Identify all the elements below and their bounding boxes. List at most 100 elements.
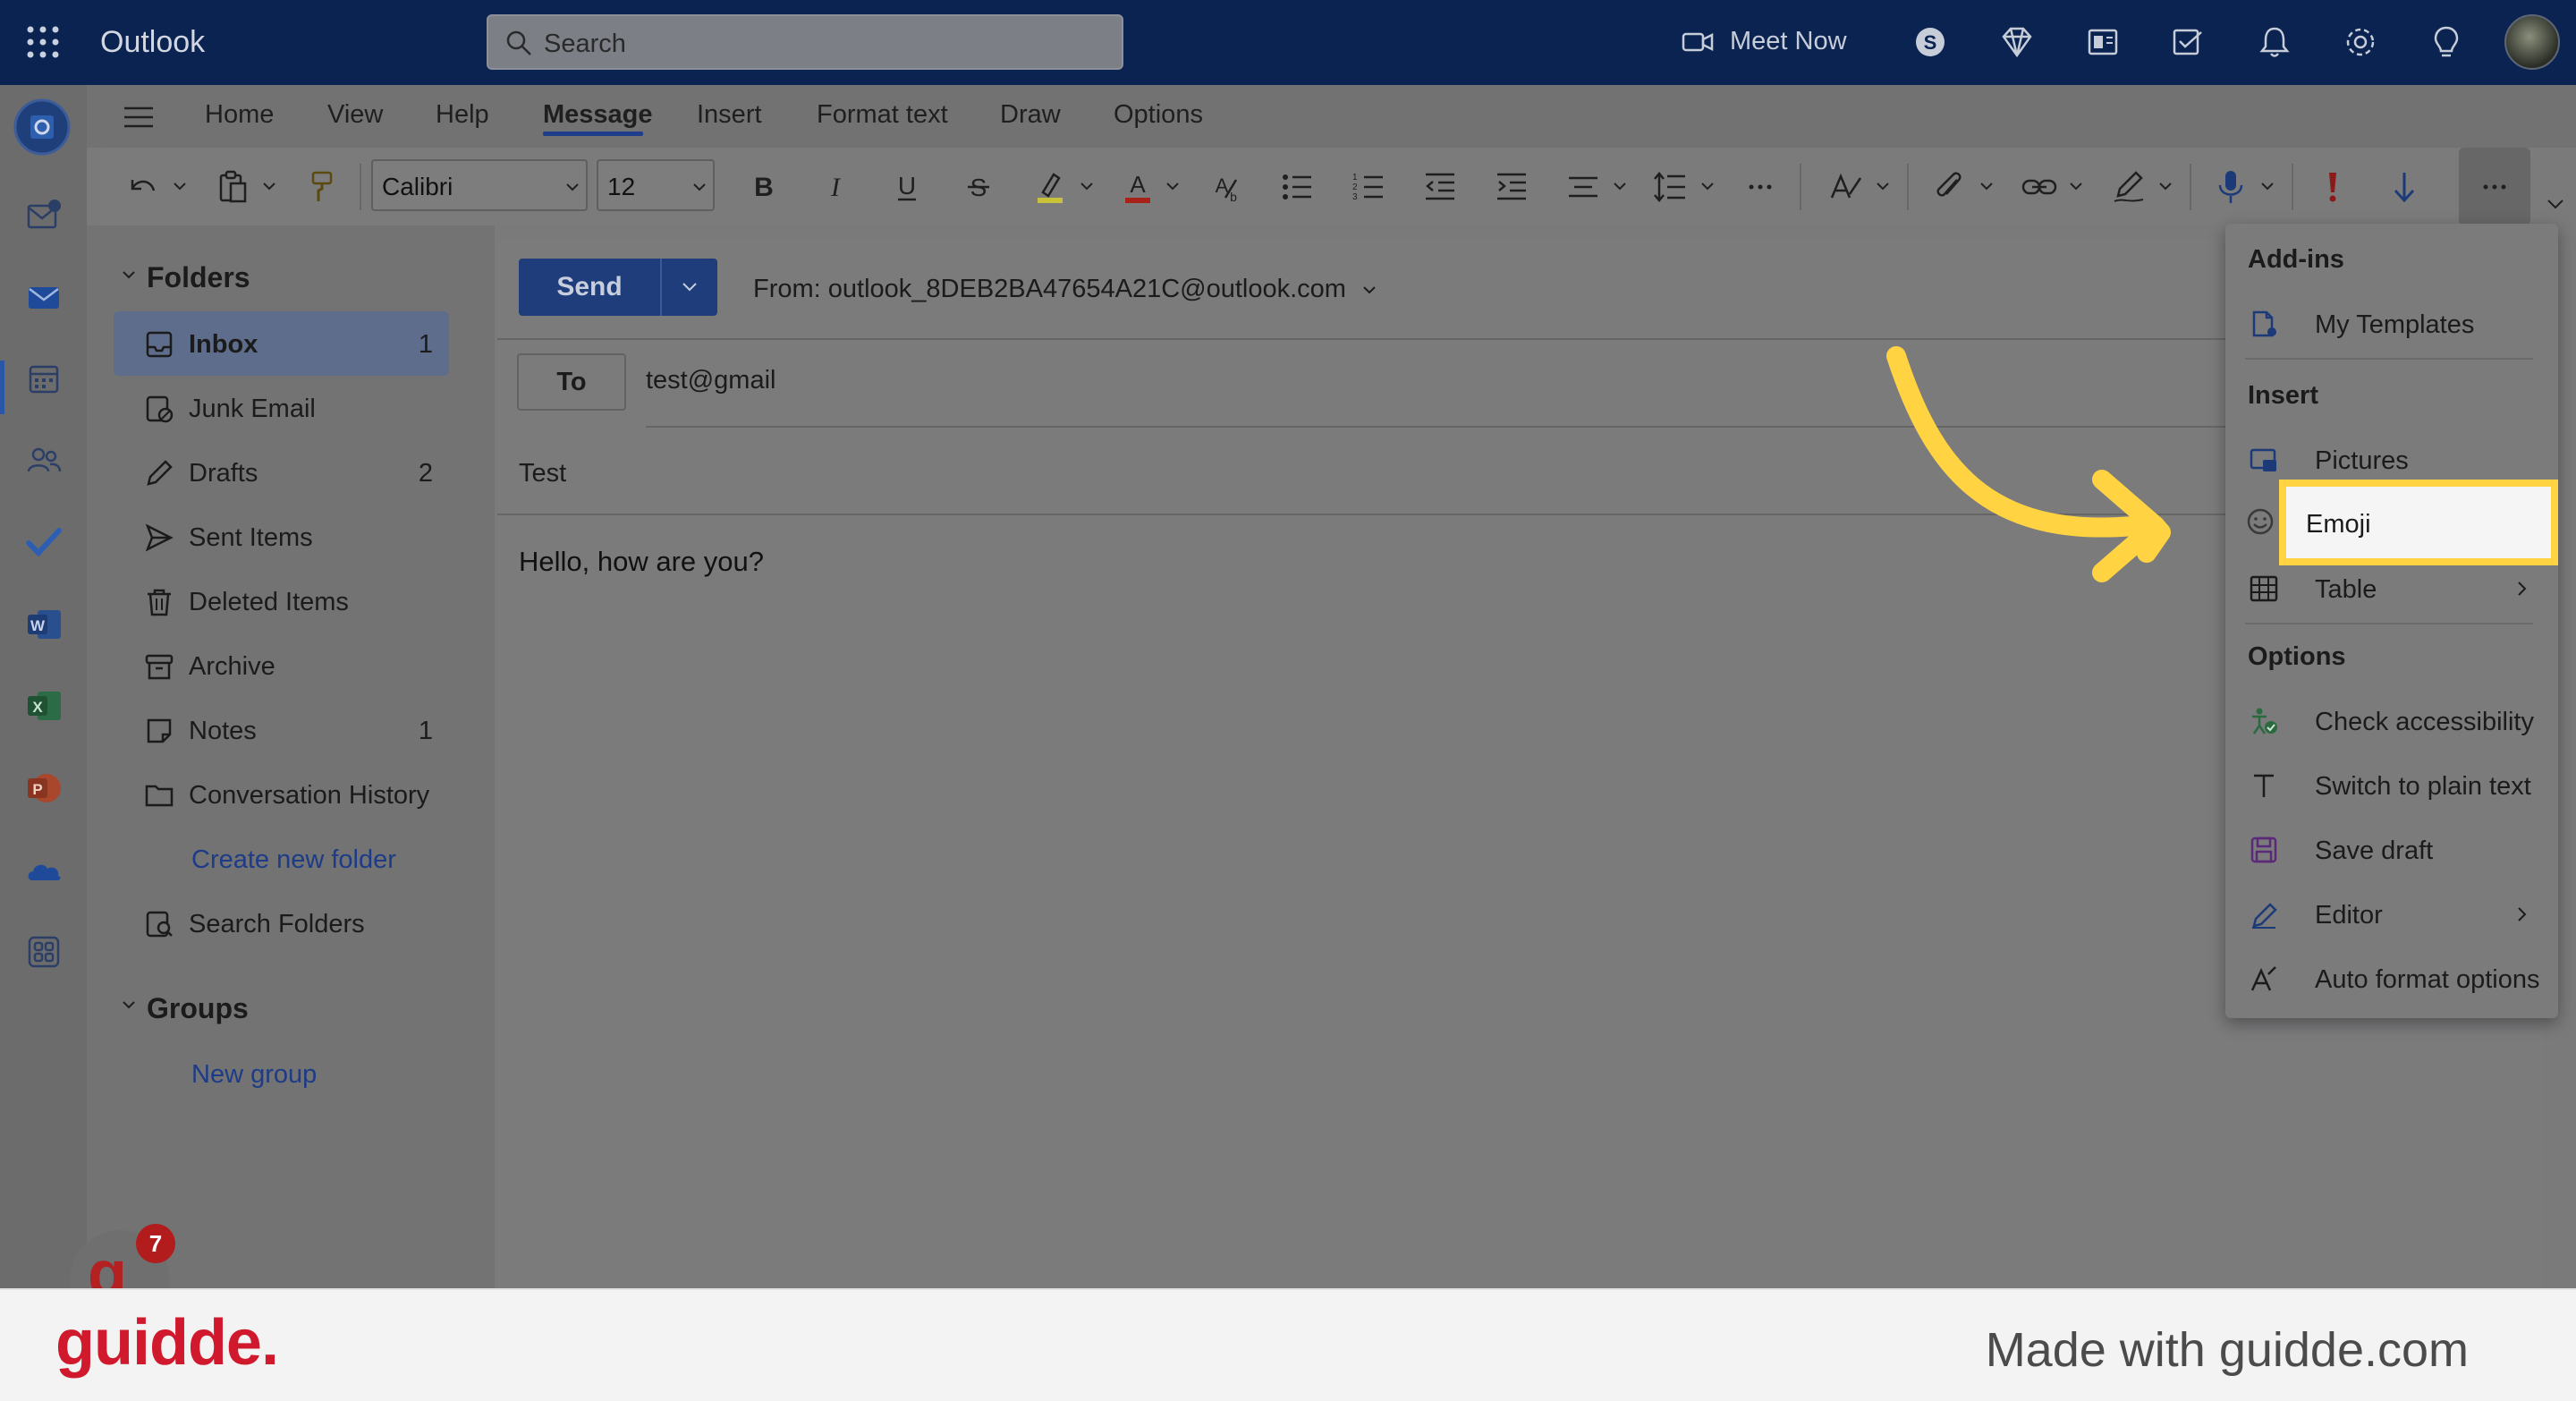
link-icon[interactable] — [2020, 167, 2059, 207]
numbering-icon[interactable]: 123 — [1349, 167, 1388, 207]
font-size-select[interactable]: 12 — [597, 159, 715, 211]
line-spacing-dropdown-icon[interactable] — [1699, 180, 1716, 192]
increase-indent-icon[interactable] — [1492, 167, 1531, 207]
text-predictions-icon[interactable] — [1826, 167, 1866, 207]
calendar-icon[interactable] — [25, 360, 63, 397]
menu-item-switch-plain-text[interactable]: Switch to plain text — [2234, 755, 2553, 818]
app-launcher-icon[interactable] — [25, 24, 61, 60]
search-input[interactable]: Search — [487, 14, 1123, 70]
folder-item-search-folders[interactable]: Search Folders — [114, 891, 449, 955]
chevron-down-icon[interactable] — [121, 998, 137, 1011]
premium-diamond-icon[interactable] — [1998, 23, 2036, 61]
message-body[interactable]: Hello, how are you? — [519, 546, 764, 578]
bold-icon[interactable]: B — [744, 167, 784, 207]
subject-field[interactable]: Test — [519, 459, 566, 488]
user-avatar[interactable] — [2504, 14, 2560, 70]
tab-options[interactable]: Options — [1114, 100, 1203, 130]
folder-item-notes[interactable]: Notes 1 — [114, 698, 449, 762]
highlight-color-icon[interactable] — [1030, 167, 1070, 207]
people-icon[interactable] — [25, 441, 63, 479]
excel-app-icon[interactable]: X — [25, 687, 63, 725]
more-options-button[interactable] — [2459, 148, 2530, 225]
tab-help[interactable]: Help — [436, 100, 489, 130]
office-app-icon[interactable] — [2084, 23, 2122, 61]
todo-check-icon[interactable] — [25, 523, 63, 561]
app-title[interactable]: Outlook — [100, 25, 205, 60]
create-new-folder-link[interactable]: Create new folder — [191, 845, 396, 875]
font-name-select[interactable]: Calibri — [371, 159, 588, 211]
tab-home[interactable]: Home — [205, 100, 274, 130]
folder-label: Archive — [189, 652, 275, 681]
predictions-dropdown-icon[interactable] — [1875, 180, 1891, 192]
dictate-dropdown-icon[interactable] — [2259, 180, 2275, 192]
bullets-icon[interactable] — [1277, 167, 1317, 207]
tab-insert[interactable]: Insert — [697, 100, 762, 130]
signature-pen-icon[interactable] — [2109, 167, 2148, 207]
notifications-bell-icon[interactable] — [2256, 23, 2293, 61]
undo-dropdown-icon[interactable] — [172, 180, 188, 192]
skype-icon[interactable]: S — [1911, 23, 1949, 61]
menu-item-check-accessibility[interactable]: Check accessibility — [2234, 691, 2553, 753]
hamburger-menu-icon[interactable] — [123, 105, 155, 130]
undo-icon[interactable] — [123, 167, 163, 207]
groups-header[interactable]: Groups — [147, 992, 249, 1025]
chevron-down-icon[interactable] — [121, 268, 137, 281]
ribbon-collapse-chevron-icon[interactable] — [2546, 197, 2565, 211]
new-mail-icon[interactable] — [25, 197, 63, 234]
feedback-icon[interactable] — [2169, 23, 2207, 61]
onedrive-cloud-icon[interactable] — [25, 852, 63, 889]
more-apps-icon[interactable] — [25, 933, 63, 971]
tab-format-text[interactable]: Format text — [817, 100, 948, 130]
dictate-microphone-icon[interactable] — [2211, 167, 2250, 207]
format-painter-icon[interactable] — [302, 167, 342, 207]
settings-gear-icon[interactable] — [2342, 23, 2379, 61]
menu-item-emoji[interactable]: Emoji — [2279, 480, 2558, 565]
high-importance-icon[interactable] — [2313, 167, 2352, 207]
paste-dropdown-icon[interactable] — [261, 180, 277, 192]
more-formatting-icon[interactable] — [1741, 167, 1780, 207]
folder-item-inbox[interactable]: Inbox 1 — [114, 311, 449, 376]
strikethrough-icon[interactable]: S — [959, 167, 998, 207]
from-address[interactable]: From: outlook_8DEB2BA47654A21C@outlook.c… — [753, 275, 1377, 304]
folders-header[interactable]: Folders — [147, 261, 250, 294]
folder-item-junk-email[interactable]: Junk Email — [114, 376, 449, 440]
new-group-link[interactable]: New group — [191, 1060, 317, 1090]
decrease-indent-icon[interactable] — [1420, 167, 1460, 207]
tips-lightbulb-icon[interactable] — [2428, 23, 2465, 61]
font-color-dropdown-icon[interactable] — [1165, 180, 1181, 192]
folder-item-sent-items[interactable]: Sent Items — [114, 505, 449, 569]
underline-icon[interactable]: U — [887, 167, 927, 207]
attach-dropdown-icon[interactable] — [1979, 180, 1995, 192]
link-dropdown-icon[interactable] — [2068, 180, 2084, 192]
outlook-logo-icon[interactable] — [13, 98, 72, 157]
align-dropdown-icon[interactable] — [1612, 180, 1628, 192]
paste-clipboard-icon[interactable] — [213, 167, 252, 207]
to-button[interactable]: To — [517, 353, 626, 411]
mail-icon[interactable] — [25, 279, 63, 317]
italic-icon[interactable]: I — [816, 167, 855, 207]
folder-item-deleted-items[interactable]: Deleted Items — [114, 569, 449, 633]
menu-item-save-draft[interactable]: Save draft — [2234, 819, 2553, 882]
folder-item-conversation-history[interactable]: Conversation History — [114, 762, 449, 827]
low-importance-icon[interactable] — [2385, 167, 2424, 207]
send-button[interactable]: Send — [519, 259, 660, 316]
folder-item-drafts[interactable]: Drafts 2 — [114, 440, 449, 505]
align-icon[interactable] — [1563, 167, 1603, 207]
signature-dropdown-icon[interactable] — [2157, 180, 2174, 192]
tab-draw[interactable]: Draw — [1000, 100, 1061, 130]
to-recipient-field[interactable]: test@gmail — [646, 366, 775, 395]
word-app-icon[interactable]: W — [25, 606, 63, 643]
folder-item-archive[interactable]: Archive — [114, 633, 449, 698]
tab-message[interactable]: Message — [543, 100, 653, 130]
tab-view[interactable]: View — [327, 100, 383, 130]
menu-item-auto-format-options[interactable]: Auto format options — [2234, 948, 2553, 1011]
powerpoint-app-icon[interactable]: P — [25, 769, 63, 807]
font-color-icon[interactable]: A — [1118, 167, 1157, 207]
send-options-dropdown[interactable] — [662, 259, 717, 316]
attach-paperclip-icon[interactable] — [1930, 167, 1970, 207]
line-spacing-icon[interactable] — [1651, 167, 1690, 207]
menu-item-editor[interactable]: Editor — [2234, 884, 2553, 947]
meet-now-button[interactable]: Meet Now — [1682, 27, 1847, 56]
highlight-dropdown-icon[interactable] — [1079, 180, 1095, 192]
styles-icon[interactable]: Ab — [1206, 167, 1245, 207]
